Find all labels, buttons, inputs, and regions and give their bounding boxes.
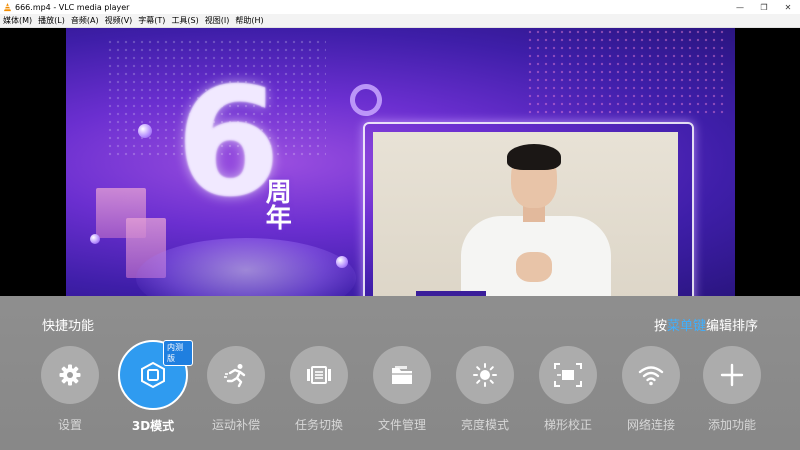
quick-function-panel: 快捷功能 按菜单键编辑排序 设置 内测版 3D模式 运动补偿 任务切换 文件管理… <box>0 296 800 450</box>
restore-button[interactable]: ❐ <box>752 0 776 14</box>
gear-icon <box>59 364 81 386</box>
folder-icon <box>392 366 412 384</box>
orb <box>336 256 348 268</box>
file-manager-circle[interactable] <box>373 346 431 404</box>
quick-item-file-manager[interactable]: 文件管理 <box>362 346 442 433</box>
network-circle[interactable] <box>622 346 680 404</box>
add-function-label: 添加功能 <box>707 418 756 432</box>
hint-suffix: 编辑排序 <box>705 319 758 334</box>
motion-circle[interactable] <box>207 346 265 404</box>
sun-icon <box>473 363 497 387</box>
menu-video[interactable]: 视频(V) <box>102 15 136 26</box>
motion-label: 运动补偿 <box>211 418 260 432</box>
vlc-cone-icon <box>3 2 12 11</box>
quick-item-keystone[interactable]: 梯形校正 <box>528 346 608 433</box>
menu-playback[interactable]: 播放(L) <box>35 15 68 26</box>
pedestal <box>136 238 356 296</box>
menu-tools[interactable]: 工具(S) <box>168 15 201 26</box>
hint-key: 菜单键 <box>666 319 706 334</box>
add-function-circle[interactable] <box>703 346 761 404</box>
minimize-button[interactable]: — <box>728 0 752 14</box>
keystone-icon <box>554 363 582 387</box>
menu-media[interactable]: 媒体(M) <box>0 15 35 26</box>
runner-icon <box>224 364 246 388</box>
network-label: 网络连接 <box>626 418 675 432</box>
orb <box>90 234 100 244</box>
close-button[interactable]: ✕ <box>776 0 800 14</box>
quick-item-settings[interactable]: 设置 <box>30 346 110 433</box>
quick-item-3d-mode[interactable]: 内测版 3D模式 <box>113 340 193 434</box>
panel-title: 快捷功能 <box>42 319 95 334</box>
menu-subtitle[interactable]: 字幕(T) <box>135 15 168 26</box>
ring-ornament <box>344 78 388 122</box>
settings-circle[interactable] <box>41 346 99 404</box>
quick-item-task-switch[interactable]: 任务切换 <box>279 346 359 433</box>
menu-help[interactable]: 帮助(H) <box>232 15 266 26</box>
quick-item-brightness[interactable]: 亮度模式 <box>445 346 525 433</box>
person-hair <box>507 144 561 170</box>
wifi-icon <box>638 366 664 386</box>
task-switch-icon <box>307 366 331 384</box>
file-manager-label: 文件管理 <box>377 418 426 432</box>
hint-prefix: 按 <box>653 319 667 334</box>
video-frame[interactable]: 6 周年 <box>66 28 735 296</box>
dot-pattern-pink <box>526 28 726 118</box>
beta-badge: 内测版 <box>163 340 193 366</box>
settings-label: 设置 <box>57 418 82 432</box>
keystone-label: 梯形校正 <box>543 418 592 432</box>
task-switch-circle[interactable] <box>290 346 348 404</box>
panel-hint: 按菜单键编辑排序 <box>654 315 758 334</box>
window-title: 666.mp4 - VLC media player <box>15 2 130 12</box>
task-switch-label: 任务切换 <box>294 418 343 432</box>
anniversary-text: 周年 <box>261 178 292 230</box>
orb <box>138 124 152 138</box>
keystone-circle[interactable] <box>539 346 597 404</box>
menu-audio[interactable]: 音频(A) <box>68 15 102 26</box>
brightness-label: 亮度模式 <box>460 418 509 432</box>
menu-bar: 媒体(M) 播放(L) 音频(A) 视频(V) 字幕(T) 工具(S) 视图(I… <box>0 14 800 28</box>
quick-item-network[interactable]: 网络连接 <box>611 346 691 433</box>
quick-item-add-function[interactable]: 添加功能 <box>692 346 772 433</box>
menu-view[interactable]: 视图(I) <box>202 15 233 26</box>
quick-item-motion-compensation[interactable]: 运动补偿 <box>196 346 276 433</box>
plus-icon <box>720 363 744 387</box>
brightness-circle[interactable] <box>456 346 514 404</box>
person-hands <box>516 252 552 282</box>
video-photo <box>373 132 678 296</box>
3d-mode-label: 3D模式 <box>131 419 175 433</box>
title-bar: 666.mp4 - VLC media player — ❐ ✕ <box>0 0 800 14</box>
